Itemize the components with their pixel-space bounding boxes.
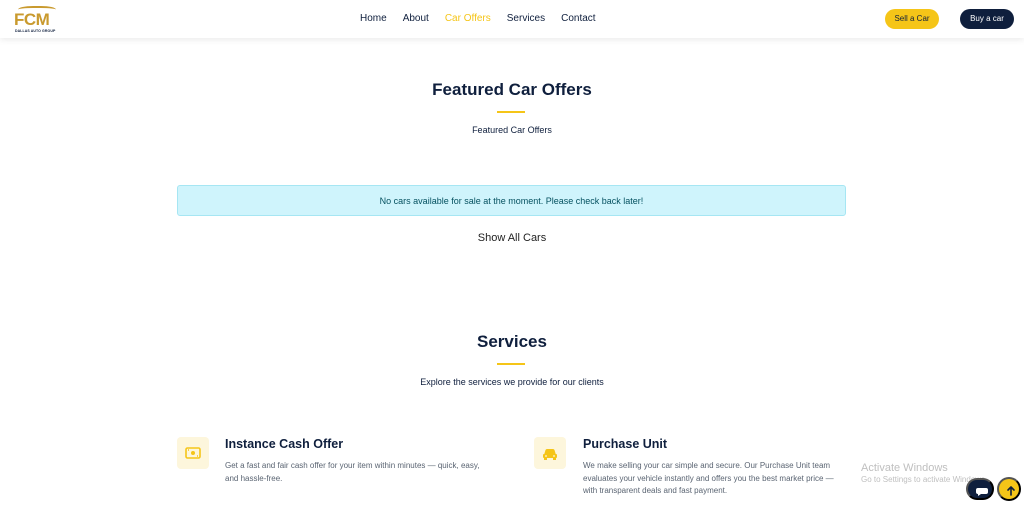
service-title: Instance Cash Offer xyxy=(225,437,344,451)
services-title: Services xyxy=(477,332,547,351)
cash-icon xyxy=(185,447,201,459)
nav-car-offers[interactable]: Car Offers xyxy=(445,13,491,24)
service-description: We make selling your car simple and secu… xyxy=(583,461,834,495)
service-icon-box xyxy=(534,437,566,469)
nav-contact[interactable]: Contact xyxy=(561,13,595,24)
chat-button[interactable] xyxy=(966,478,994,500)
buy-car-button[interactable]: Buy a car xyxy=(960,9,1014,29)
arrow-up-icon xyxy=(1007,486,1015,496)
no-cars-alert: No cars available for sale at the moment… xyxy=(177,185,846,216)
brand-logo[interactable]: FCM DALLAS AUTO GROUP xyxy=(14,6,60,34)
featured-title: Featured Car Offers xyxy=(432,80,592,99)
main-nav: Home About Car Offers Services Contact xyxy=(360,13,612,24)
scroll-to-top-button[interactable] xyxy=(997,477,1021,501)
top-navbar: FCM DALLAS AUTO GROUP Home About Car Off… xyxy=(0,0,1024,38)
services-title-underline xyxy=(497,363,525,365)
chat-icon xyxy=(976,488,988,496)
service-icon-box xyxy=(177,437,209,469)
car-icon xyxy=(543,449,557,460)
featured-title-underline xyxy=(497,111,525,113)
logo-subtext: DALLAS AUTO GROUP xyxy=(15,29,56,33)
services-subtitle: Explore the services we provide for our … xyxy=(420,377,604,387)
nav-services[interactable]: Services xyxy=(507,13,545,24)
nav-about[interactable]: About xyxy=(403,13,429,24)
featured-subtitle: Featured Car Offers xyxy=(472,125,552,135)
sell-car-button[interactable]: Sell a Car xyxy=(885,9,939,29)
service-title: Purchase Unit xyxy=(583,437,668,451)
activate-windows-title: Activate Windows xyxy=(861,462,948,474)
nav-home[interactable]: Home xyxy=(360,13,387,24)
logo-text: FCM xyxy=(14,10,50,29)
service-description: Get a fast and fair cash offer for your … xyxy=(225,461,480,483)
show-all-cars-link[interactable]: Show All Cars xyxy=(0,232,1024,244)
